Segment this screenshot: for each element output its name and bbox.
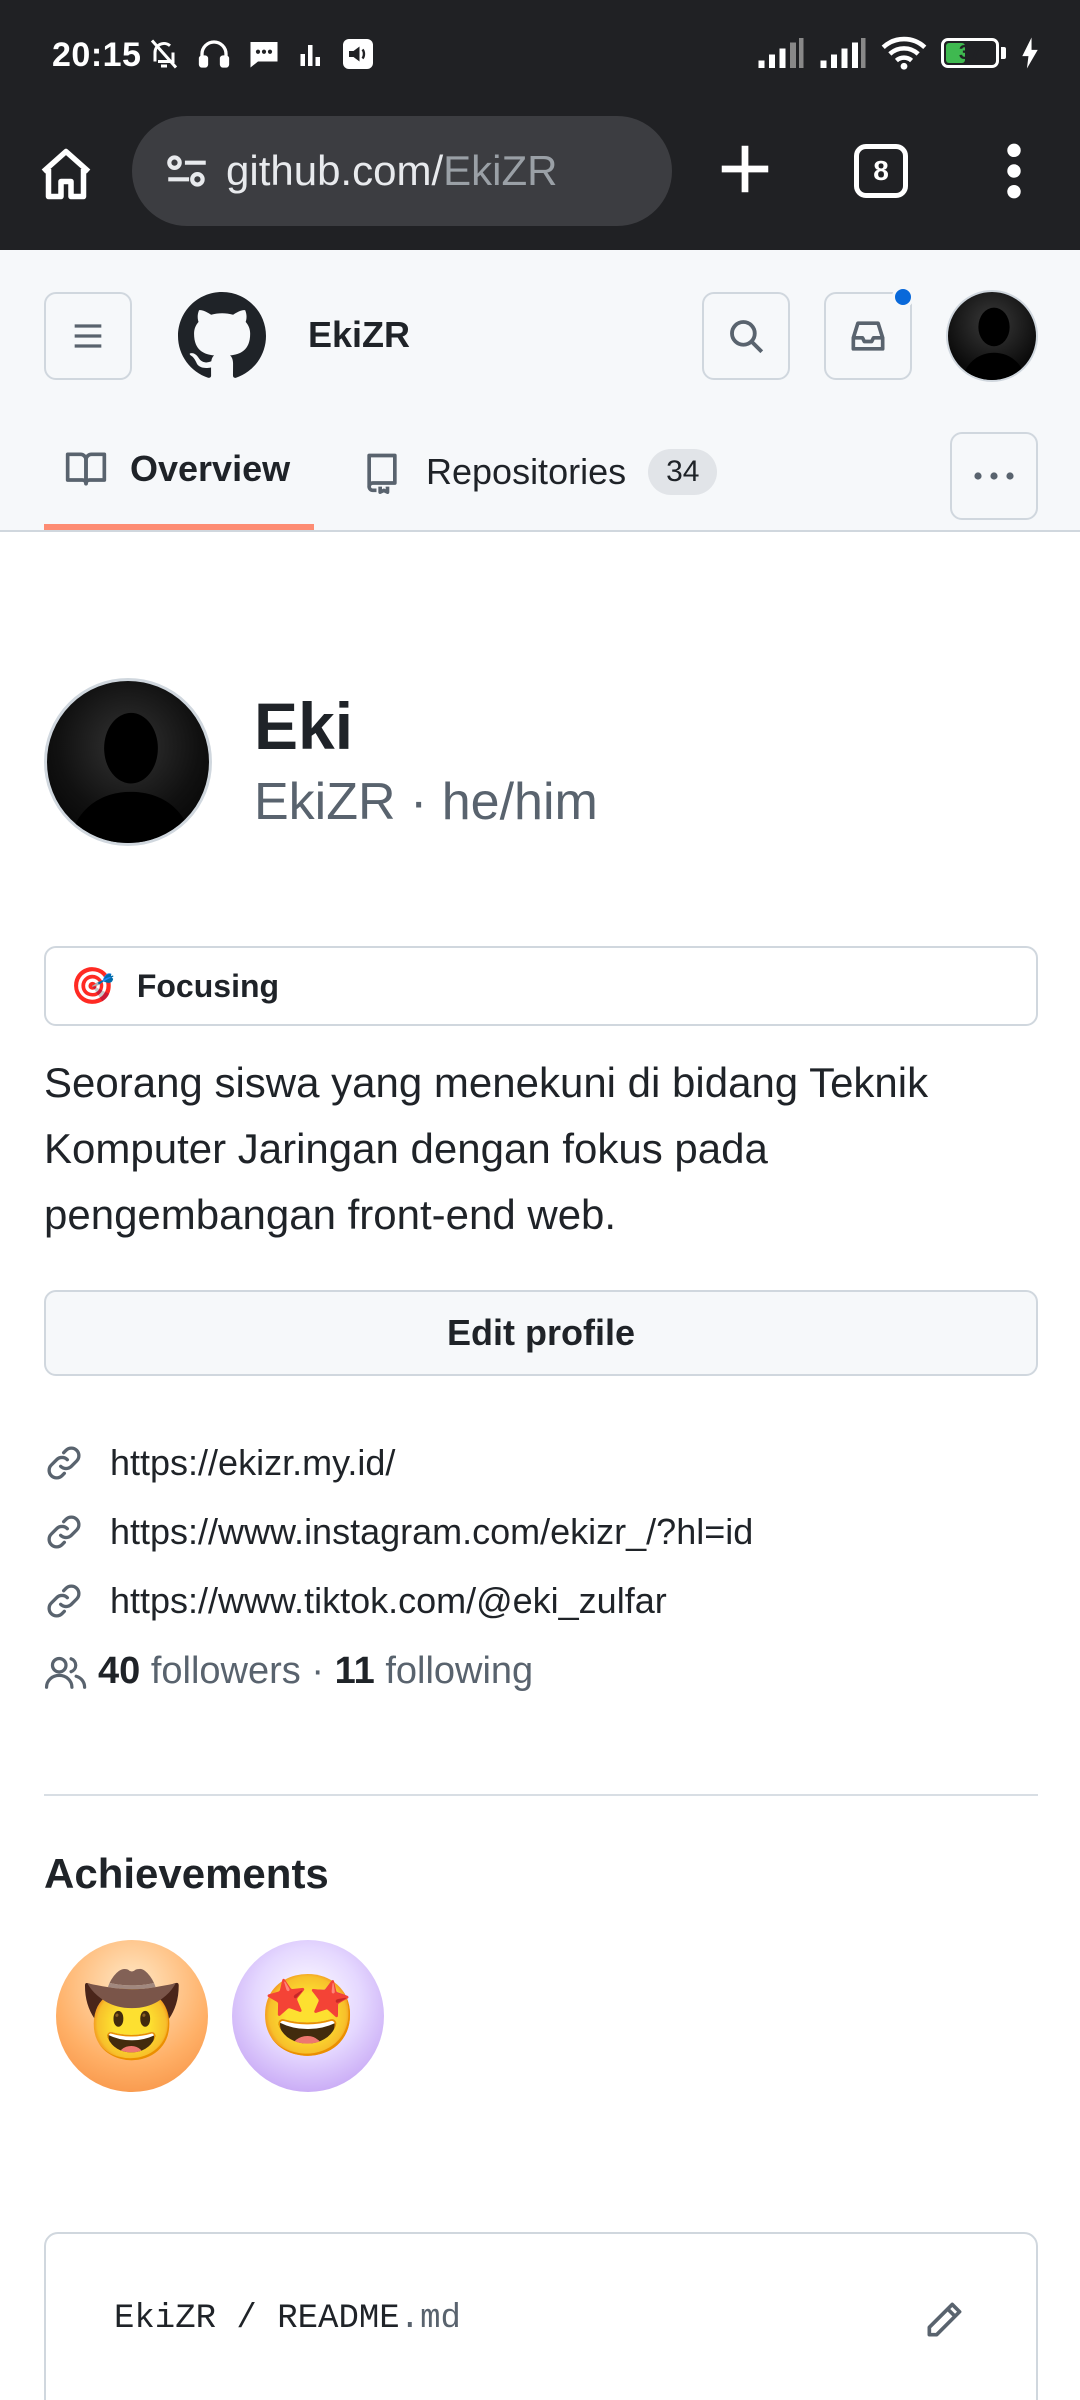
address-bar[interactable]: github.com/EkiZR	[132, 116, 672, 226]
bars-icon	[300, 45, 320, 66]
signal-icon	[820, 38, 866, 68]
target-icon: 🎯	[70, 965, 115, 1006]
people-icon	[44, 1656, 87, 1689]
battery-tip	[1001, 47, 1006, 59]
browser-toolbar: github.com/EkiZR 8	[0, 114, 1080, 250]
readme-ext: .md	[399, 2300, 461, 2338]
inbox-icon	[851, 321, 885, 351]
battery-icon: 37	[941, 38, 999, 68]
profile-bio: Seorang siswa yang menekuni di bidang Te…	[44, 1059, 929, 1238]
user-avatar[interactable]	[946, 290, 1038, 382]
url-path: EkiZR	[443, 147, 558, 194]
site-settings-icon[interactable]	[162, 146, 212, 196]
achievement-badge[interactable]: 🤩	[232, 1940, 384, 2092]
tab-repositories[interactable]: Repositories 34	[356, 414, 718, 530]
volume-icon	[343, 39, 373, 69]
kebab-horizontal-icon	[974, 472, 1014, 480]
link-icon	[47, 1583, 81, 1618]
status-bar: 20:15 37	[0, 0, 1080, 114]
profile-link-text[interactable]: https://www.tiktok.com/@eki_zulfar	[110, 1580, 667, 1622]
url-host: github.com/	[226, 147, 444, 194]
headphones-icon	[198, 40, 230, 68]
menu-button[interactable]	[44, 292, 132, 380]
more-vert-icon[interactable]	[994, 140, 1034, 202]
profile-link[interactable]: https://www.tiktok.com/@eki_zulfar	[44, 1566, 753, 1635]
book-icon	[65, 452, 107, 486]
readme-card: EkiZR / README.md	[44, 2232, 1038, 2400]
signal-icon	[758, 38, 804, 68]
profile-username-pronouns: EkiZR · he/him	[254, 773, 598, 831]
readme-path: EkiZR / README.md	[114, 2300, 461, 2338]
following-label: following	[385, 1650, 534, 1692]
followers-label: followers	[150, 1650, 301, 1692]
tab-count: 8	[873, 155, 889, 186]
repositories-count: 34	[648, 449, 718, 495]
charging-icon	[1022, 37, 1038, 69]
link-icon	[47, 1445, 81, 1480]
bell-off-icon	[150, 39, 178, 69]
more-options-button[interactable]	[950, 432, 1038, 520]
wifi-icon	[881, 36, 927, 70]
profile-avatar[interactable]	[44, 678, 212, 846]
followers-count: 40	[98, 1650, 141, 1692]
profile-link-text[interactable]: https://www.instagram.com/ekizr_/?hl=id	[110, 1511, 753, 1553]
achievements-title: Achievements	[44, 1850, 329, 1897]
section-divider	[44, 1794, 1038, 1796]
search-icon	[730, 320, 764, 354]
following-link[interactable]: 11 following	[335, 1650, 534, 1693]
tab-overview[interactable]: Overview	[44, 414, 314, 530]
hamburger-icon	[74, 324, 102, 348]
tab-switcher-button[interactable]: 8	[854, 144, 908, 198]
status-text: Focusing	[136, 967, 280, 1004]
follow-stats: 40 followers · 11 following	[44, 1650, 533, 1693]
home-icon[interactable]	[36, 144, 96, 204]
github-header: EkiZR Overview Repositories 34	[0, 250, 1080, 532]
notification-dot	[892, 286, 914, 308]
profile-link-text[interactable]: https://ekizr.my.id/	[110, 1442, 395, 1484]
github-logo-icon[interactable]	[178, 292, 266, 380]
profile-links: https://ekizr.my.id/ https://www.instagr…	[44, 1428, 753, 1635]
profile-link[interactable]: https://ekizr.my.id/	[44, 1428, 753, 1497]
status-time: 20:15	[52, 36, 142, 74]
pencil-icon[interactable]	[922, 2298, 966, 2342]
edit-profile-label: Edit profile	[447, 1312, 635, 1353]
follow-separator: ·	[300, 1650, 335, 1692]
search-button[interactable]	[702, 292, 790, 380]
following-count: 11	[334, 1650, 375, 1692]
readme-separator: /	[216, 2300, 278, 2338]
user-status[interactable]: 🎯 Focusing	[44, 946, 1038, 1026]
profile-tabnav: Overview Repositories 34	[0, 414, 1080, 532]
star-struck-badge-icon: 🤩	[258, 1971, 358, 2060]
tab-overview-label: Overview	[130, 448, 291, 489]
message-icon	[250, 42, 278, 68]
new-tab-icon[interactable]	[714, 138, 776, 200]
achievement-badge[interactable]: 🤠	[56, 1940, 208, 2092]
followers-link[interactable]: 40 followers	[98, 1650, 301, 1693]
profile-link[interactable]: https://www.instagram.com/ekizr_/?hl=id	[44, 1497, 753, 1566]
link-icon	[47, 1514, 81, 1549]
tab-repositories-label: Repositories	[426, 451, 627, 492]
cowboy-badge-icon: 🤠	[82, 1971, 182, 2060]
header-username[interactable]: EkiZR	[308, 314, 410, 356]
edit-profile-button[interactable]: Edit profile	[44, 1290, 1038, 1376]
profile-fullname: Eki	[254, 689, 354, 763]
readme-file: README	[277, 2300, 400, 2338]
readme-owner[interactable]: EkiZR	[114, 2300, 216, 2338]
repo-icon	[367, 453, 397, 494]
